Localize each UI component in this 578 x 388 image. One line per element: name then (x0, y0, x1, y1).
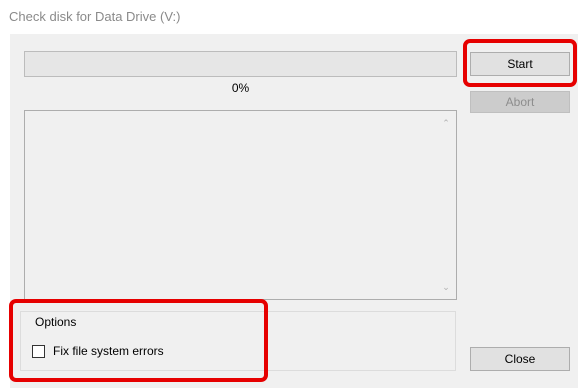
close-button[interactable]: Close (470, 347, 570, 371)
scroll-up-icon[interactable]: ⌃ (441, 119, 451, 128)
progress-percent: 0% (231, 81, 250, 95)
options-legend: Options (33, 315, 79, 329)
fix-file-system-errors-label[interactable]: Fix file system errors (53, 344, 164, 358)
options-groupbox (20, 311, 456, 371)
fix-file-system-errors-checkbox[interactable] (32, 344, 45, 358)
progress-bar (24, 51, 457, 77)
window-title: Check disk for Data Drive (V:) (9, 9, 181, 24)
fix-file-system-errors-row[interactable]: Fix file system errors (32, 343, 164, 359)
start-button[interactable]: Start (470, 52, 570, 76)
log-listbox[interactable]: ⌃ ⌄ (24, 110, 457, 300)
check-disk-window: Check disk for Data Drive (V:) 0% ⌃ ⌄ Op… (0, 0, 578, 388)
title-bar[interactable]: Check disk for Data Drive (V:) (0, 0, 578, 34)
abort-button[interactable]: Abort (470, 91, 570, 113)
scroll-down-icon[interactable]: ⌄ (441, 283, 451, 292)
